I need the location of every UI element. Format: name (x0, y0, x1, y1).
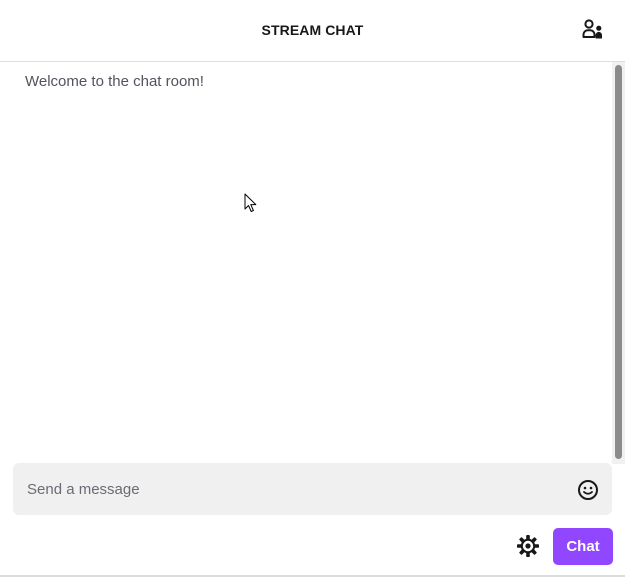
message-input-container (13, 463, 612, 515)
message-input[interactable] (27, 463, 567, 515)
welcome-message: Welcome to the chat room! (25, 73, 204, 90)
emoji-button[interactable] (576, 478, 600, 502)
chat-header: STREAM CHAT (0, 0, 625, 62)
send-chat-button[interactable]: Chat (553, 528, 613, 565)
scrollbar-thumb[interactable] (615, 65, 622, 459)
emoji-smile-icon (576, 480, 600, 506)
gear-icon (515, 535, 541, 563)
page-title: STREAM CHAT (261, 22, 364, 38)
chat-settings-button[interactable] (515, 533, 541, 559)
chat-message-list: Welcome to the chat room! (0, 62, 612, 454)
chat-window: STREAM CHAT Welcome to the chat room! Se… (0, 0, 625, 577)
mouse-cursor-icon (244, 193, 258, 213)
users-icon (582, 18, 604, 45)
community-button[interactable] (578, 17, 608, 45)
